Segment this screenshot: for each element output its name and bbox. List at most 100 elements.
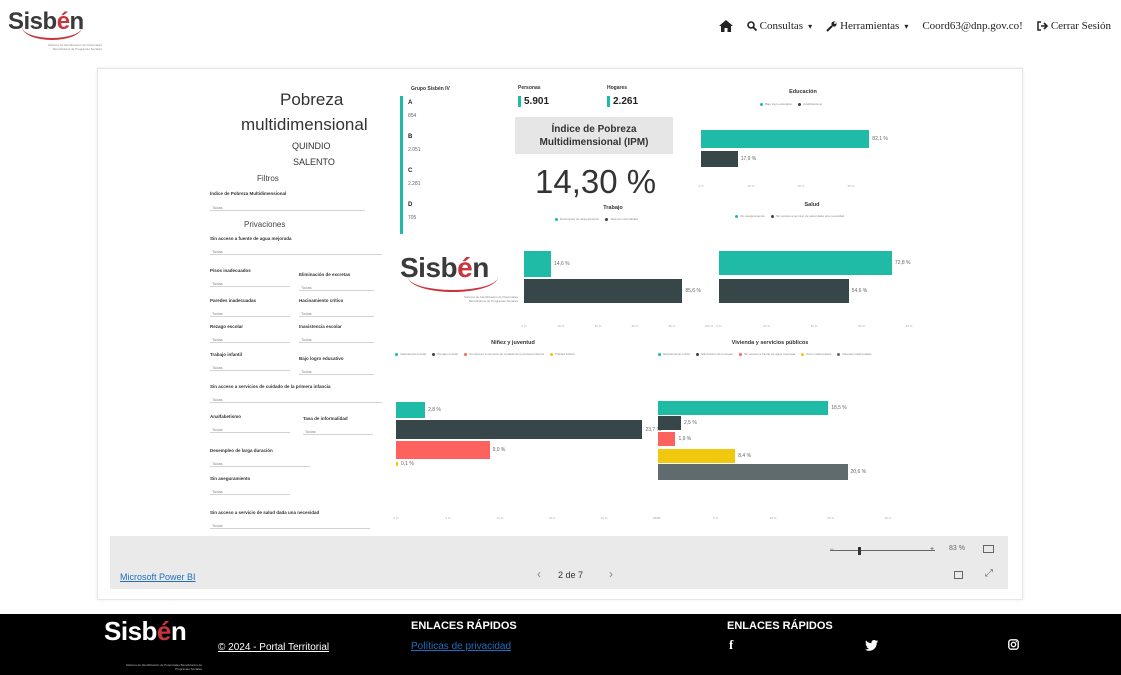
legend-item[interactable]: Bajo logro educativo [760,102,792,106]
axis-tick-label: 10 % [496,516,504,520]
legend-item[interactable]: Trabajo infantil [549,352,575,356]
legend-item[interactable]: Sin aseguramiento [735,214,765,218]
grupo-letter: C [408,168,413,174]
twitter-icon[interactable] [865,640,878,651]
legend-item[interactable]: Tasa de informalidad [605,217,638,221]
next-page-button[interactable]: › [609,567,613,581]
filter-dropdown[interactable]: Todas [299,284,374,291]
chart-legend: Desempleo de larga duración Tasa de infor… [555,217,638,221]
grupo-letter: A [408,100,413,106]
legend-label: Inasistencia escolar [400,352,427,356]
chart-legend: Sin aseguramiento Sin acceso a servicio d… [735,214,844,218]
ipm-filter-dropdown[interactable]: Todas [210,204,365,211]
instagram-icon[interactable] [1008,639,1019,650]
grupo-count: 2.281 [408,181,421,187]
chart-bar[interactable] [658,449,736,463]
grupo-letter: D [408,202,413,208]
axis-tick-label: 100 % [704,324,714,328]
filter-dropdown[interactable]: Todas [299,336,374,343]
copyright-link[interactable]: © 2024 - Portal Territorial [218,642,329,653]
chart-bar[interactable] [719,279,849,303]
legend-swatch [696,352,700,356]
legend-swatch [771,214,775,218]
filter-dropdown[interactable]: Todas [303,428,373,435]
chart-legend: Hacinamiento crítico Eliminación de excre… [658,352,871,356]
legend-item[interactable]: Sin acceso a servicios de cuidado de la … [464,352,544,356]
filter-dropdown[interactable]: Todas [210,522,370,529]
grupo-card: A 854 [400,96,480,132]
top-navbar: Sisbén Sistema de Identificación de Pote… [0,0,1121,62]
chart-bar[interactable] [719,251,892,275]
brand-logo[interactable]: Sisbén Sistema de Identificación de Pote… [8,6,103,54]
privacy-policy-link[interactable]: Políticas de privacidad [411,641,511,652]
axis-tick-label: 80 % [668,324,676,328]
chart-bar[interactable] [658,432,676,446]
footer-logo[interactable]: Sisbén Sistema de Identificación de Pote… [104,614,204,675]
axis-tick-label: 20 % [763,324,770,328]
filter-dropdown[interactable]: Todas [210,488,290,495]
site-footer: Sisbén Sistema de Identificación de Pote… [0,614,1121,675]
chart-bar[interactable] [396,441,490,459]
filter-label: Eliminación de excretas [299,272,351,277]
hogares-value: 2.261 [607,96,638,107]
share-icon[interactable] [954,571,963,579]
filter-dropdown[interactable]: Todas [210,248,382,255]
logout-link[interactable]: Cerrar Sesión [1037,20,1111,32]
chart-legend: Bajo logro educativo Analfabetismo [760,102,822,106]
data-label: 1,9 % [678,436,692,442]
filter-dropdown[interactable]: Todas [210,364,290,371]
filter-dropdown[interactable]: Todas [299,368,374,375]
filter-label: Desempleo de larga duración [210,448,273,453]
chart-bar[interactable] [524,251,551,277]
user-account[interactable]: Coord63@dnp.gov.co! [922,20,1022,32]
legend-item[interactable]: Paredes inadecuadas [837,352,871,356]
herramientas-menu[interactable]: Herramientas ▾ [826,20,908,32]
zoom-slider[interactable]: − + [830,546,935,555]
legend-item[interactable]: Eliminación de excretas [696,352,733,356]
fullscreen-icon[interactable]: ⤢ [985,568,993,579]
filter-dropdown[interactable]: Todas [210,310,290,317]
chart-bar[interactable] [658,401,829,415]
home-link[interactable] [718,20,733,32]
chart-bar[interactable] [658,464,848,480]
filter-dropdown[interactable]: Todas [210,426,290,433]
legend-swatch [555,217,558,221]
legend-item[interactable]: Analfabetismo [798,102,822,106]
axis-tick-label: 0 % [655,516,661,520]
powerbi-link[interactable]: Microsoft Power BI [120,572,196,582]
consultas-menu[interactable]: Consultas ▾ [746,20,812,32]
chart-bar[interactable] [396,462,398,466]
legend-label: Desempleo de larga duración [560,217,600,221]
legend-item[interactable]: Sin acceso a fuente de agua mejorada [738,352,795,356]
filter-dropdown[interactable]: Todas [210,396,382,403]
legend-label: Sin acceso a servicios de cuidado de la … [469,352,544,356]
filter-dropdown[interactable]: Todas [299,310,374,317]
axis-tick-label: 40 % [797,184,805,188]
grupo-count: 2.051 [408,147,421,153]
chart-bar[interactable] [524,279,683,303]
legend-item[interactable]: Inasistencia escolar [395,352,426,356]
legend-item[interactable]: Hacinamiento crítico [658,352,690,356]
filter-dropdown[interactable]: Todas [210,336,290,343]
legend-swatch [549,352,553,356]
legend-swatch [605,217,609,221]
filter-dropdown[interactable]: Todas [210,280,290,287]
chart-bar[interactable] [701,130,870,148]
filter-label: Bajo logro educativo [299,356,344,361]
zoom-slider-thumb[interactable] [858,547,861,555]
fit-to-page-icon[interactable] [983,545,994,553]
legend-item[interactable]: Desempleo de larga duración [555,217,599,221]
filter-dropdown[interactable]: Todas [210,460,310,467]
legend-item[interactable]: Pisos inadecuados [801,352,831,356]
prev-page-button[interactable]: ‹ [537,567,541,581]
axis-tick-label: 0 % [716,324,722,328]
axis-tick-label: 15 % [548,516,556,520]
chart-bar[interactable] [396,420,643,439]
legend-item[interactable]: Rezago escolar [432,352,458,356]
chart-bar[interactable] [701,151,738,167]
quick-links-heading-2: ENLACES RÁPIDOS [727,620,833,632]
facebook-icon[interactable]: f [729,637,733,653]
legend-item[interactable]: Sin acceso a servicio de salud dada una … [771,214,844,218]
chart-bar[interactable] [658,416,681,430]
chart-bar[interactable] [396,402,426,418]
